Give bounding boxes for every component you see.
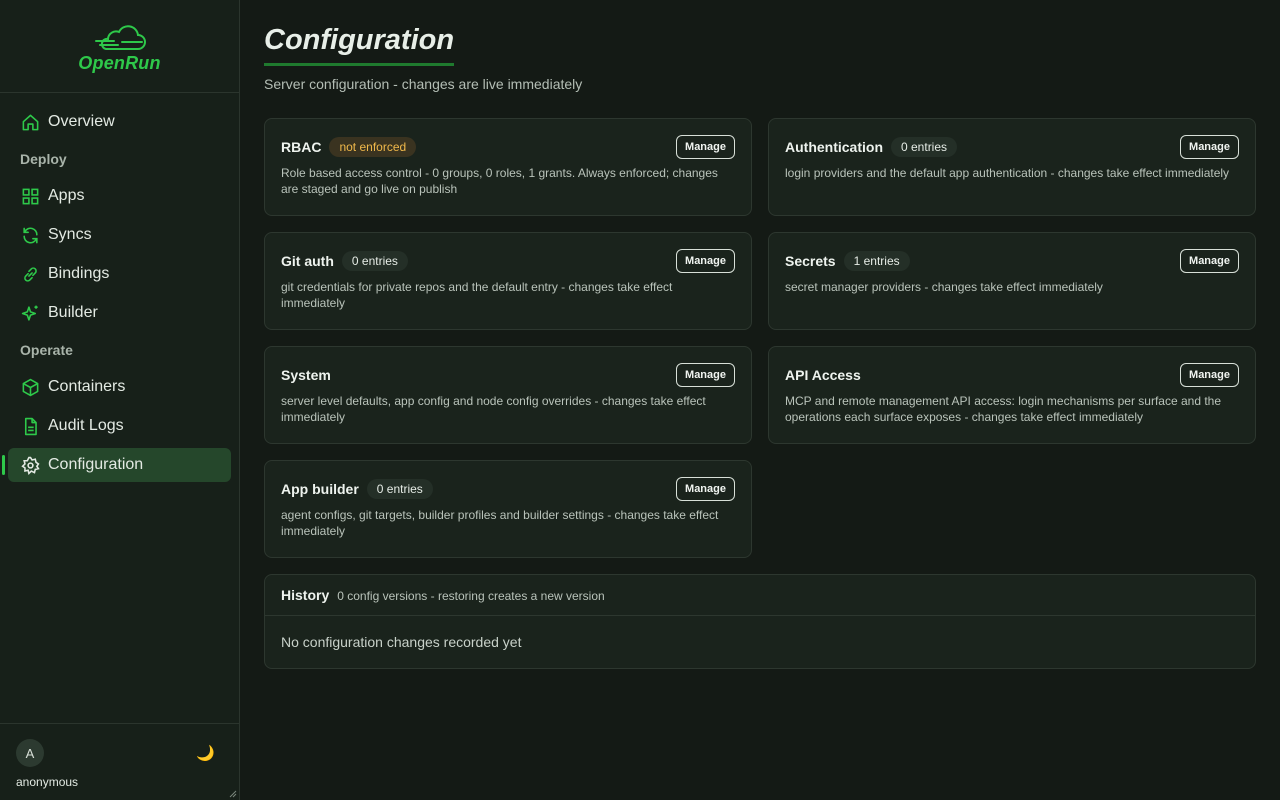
config-card-app-builder: App builder 0 entries Manage agent confi… xyxy=(264,460,752,558)
card-title: RBAC xyxy=(281,139,322,155)
file-text-icon xyxy=(20,416,40,436)
page-title: Configuration xyxy=(264,24,455,66)
manage-app-builder-button[interactable]: Manage xyxy=(676,477,735,501)
manage-system-button[interactable]: Manage xyxy=(676,363,735,387)
config-card-rbac: RBAC not enforced Manage Role based acce… xyxy=(264,118,752,216)
history-subtitle: 0 config versions - restoring creates a … xyxy=(337,589,605,603)
config-card-authentication: Authentication 0 entries Manage login pr… xyxy=(768,118,1256,216)
config-card-secrets: Secrets 1 entries Manage secret manager … xyxy=(768,232,1256,330)
resize-handle-icon[interactable] xyxy=(229,790,237,798)
card-title: API Access xyxy=(785,367,861,383)
history-title: History xyxy=(281,587,330,603)
history-empty-message: No configuration changes recorded yet xyxy=(281,634,522,650)
manage-git-auth-button[interactable]: Manage xyxy=(676,249,735,273)
status-badge: not enforced xyxy=(329,137,417,157)
sparkles-icon xyxy=(20,303,40,323)
sidebar-item-label: Syncs xyxy=(48,226,92,243)
manage-secrets-button[interactable]: Manage xyxy=(1180,249,1239,273)
gear-icon xyxy=(20,455,40,475)
card-title: Git auth xyxy=(281,253,334,269)
home-icon xyxy=(20,112,40,132)
card-title: Authentication xyxy=(785,139,883,155)
sidebar-item-overview[interactable]: Overview xyxy=(8,105,231,139)
config-card-system: System Manage server level defaults, app… xyxy=(264,346,752,444)
sidebar-item-builder[interactable]: Builder xyxy=(8,296,231,330)
app-name: OpenRun xyxy=(78,52,161,73)
card-description: server level defaults, app config and no… xyxy=(281,394,706,424)
manage-rbac-button[interactable]: Manage xyxy=(676,135,735,159)
count-badge: 0 entries xyxy=(366,479,433,499)
sidebar-item-containers[interactable]: Containers xyxy=(8,370,231,404)
sidebar-item-audit-logs[interactable]: Audit Logs xyxy=(8,409,231,443)
sidebar-item-configuration[interactable]: Configuration xyxy=(2,448,231,482)
card-title: Secrets xyxy=(785,253,836,269)
sidebar-item-label: Overview xyxy=(48,113,115,130)
count-badge: 1 entries xyxy=(843,251,910,271)
sidebar-item-label: Bindings xyxy=(48,265,110,282)
main-nav: Overview Deploy Apps Syncs Bindings Buil xyxy=(0,93,239,482)
sidebar-item-bindings[interactable]: Bindings xyxy=(8,257,231,291)
sidebar-item-label: Apps xyxy=(48,187,85,204)
count-badge: 0 entries xyxy=(341,251,408,271)
count-badge: 0 entries xyxy=(891,137,958,157)
cloud-logo-icon xyxy=(94,24,146,50)
grid-icon xyxy=(20,186,40,206)
user-panel: A anonymous 🌙 xyxy=(0,723,239,800)
refresh-icon xyxy=(20,225,40,245)
manage-api-access-button[interactable]: Manage xyxy=(1180,363,1239,387)
box-icon xyxy=(20,377,40,397)
history-panel: History 0 config versions - restoring cr… xyxy=(264,574,1256,669)
username: anonymous xyxy=(16,775,79,789)
moon-icon[interactable]: 🌙 xyxy=(196,744,215,762)
nav-section-deploy: Deploy xyxy=(20,151,67,167)
card-title: App builder xyxy=(281,481,359,497)
sidebar-item-label: Builder xyxy=(48,304,98,321)
sidebar-item-label: Containers xyxy=(48,378,126,395)
avatar[interactable]: A xyxy=(16,739,44,767)
nav-section-operate: Operate xyxy=(20,342,73,358)
config-card-api-access: API Access Manage MCP and remote managem… xyxy=(768,346,1256,444)
card-description: Role based access control - 0 groups, 0 … xyxy=(281,166,718,196)
page-subtitle: Server configuration - changes are live … xyxy=(264,76,583,92)
history-header: History 0 config versions - restoring cr… xyxy=(265,575,1255,616)
card-title: System xyxy=(281,367,331,383)
sidebar: OpenRun Overview Deploy Apps Syncs Bindi… xyxy=(0,0,240,800)
main-content: Configuration Server configuration - cha… xyxy=(264,0,1256,669)
card-description: login providers and the default app auth… xyxy=(785,166,1230,180)
manage-authentication-button[interactable]: Manage xyxy=(1180,135,1239,159)
card-description: MCP and remote management API access: lo… xyxy=(785,394,1222,424)
logo[interactable]: OpenRun xyxy=(0,0,239,93)
config-card-git-auth: Git auth 0 entries Manage git credential… xyxy=(264,232,752,330)
card-description: secret manager providers - changes take … xyxy=(785,280,1103,294)
card-description: agent configs, git targets, builder prof… xyxy=(281,508,719,538)
sidebar-item-syncs[interactable]: Syncs xyxy=(8,218,231,252)
sidebar-item-label: Configuration xyxy=(48,456,144,473)
sidebar-item-label: Audit Logs xyxy=(48,417,124,434)
config-cards: RBAC not enforced Manage Role based acce… xyxy=(264,118,1256,558)
link-icon xyxy=(20,264,40,284)
card-description: git credentials for private repos and th… xyxy=(281,280,673,310)
sidebar-item-apps[interactable]: Apps xyxy=(8,179,231,213)
